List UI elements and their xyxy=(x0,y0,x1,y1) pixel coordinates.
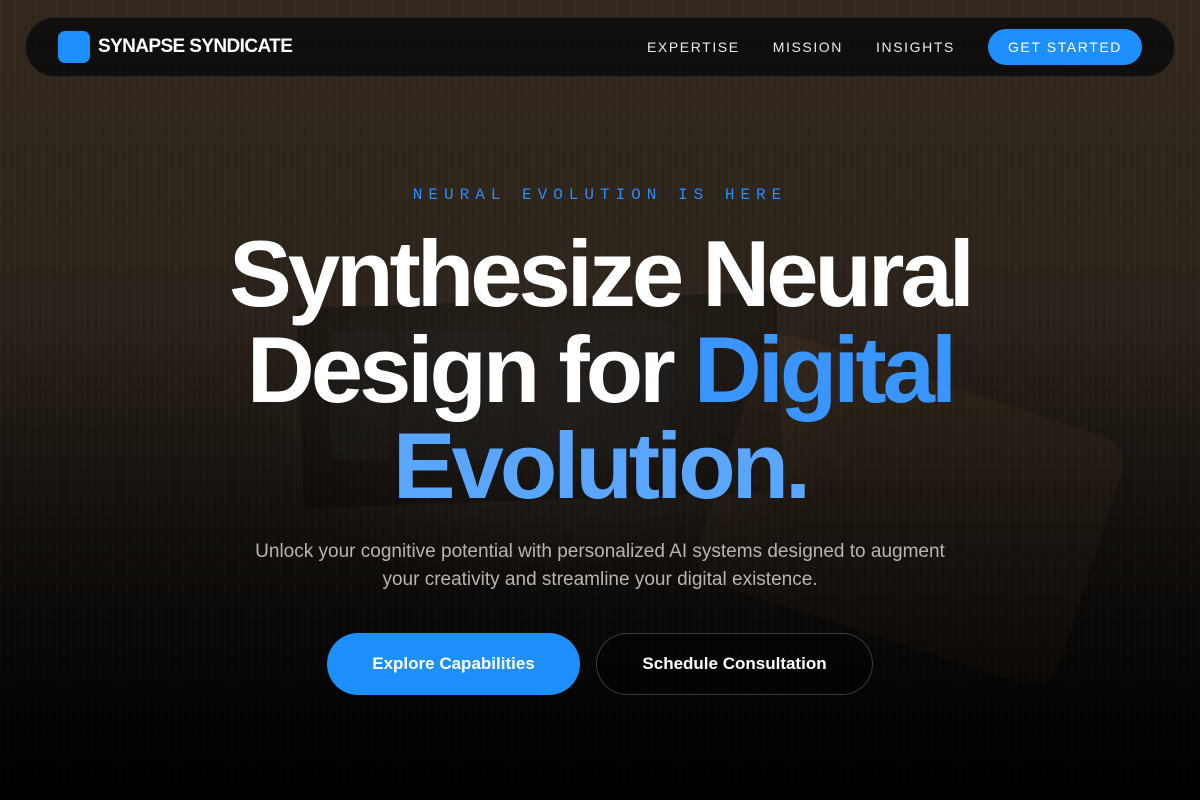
hero-subtitle: Unlock your cognitive potential with per… xyxy=(255,541,945,590)
nav-link-insights[interactable]: INSIGHTS xyxy=(876,39,955,55)
nav-link-mission[interactable]: MISSION xyxy=(773,39,843,55)
logo-icon[interactable] xyxy=(58,31,90,63)
explore-capabilities-button[interactable]: Explore Capabilities xyxy=(327,633,580,695)
hero-actions: Explore Capabilities Schedule Consultati… xyxy=(0,633,1200,695)
schedule-consultation-button[interactable]: Schedule Consultation xyxy=(596,633,873,695)
hero-headline: Synthesize Neural Design for Digital Evo… xyxy=(0,226,1200,514)
hero-eyebrow: NEURAL EVOLUTION IS HERE xyxy=(412,186,788,204)
headline-line-2-accent: Digital xyxy=(693,317,957,422)
brand-name[interactable]: SYNAPSE SYNDICATE xyxy=(98,36,293,58)
headline-line-3-accent: Evolution. xyxy=(392,413,811,518)
nav-links: EXPERTISE MISSION INSIGHTS GET STARTED xyxy=(647,29,1142,65)
top-navbar: SYNAPSE SYNDICATE EXPERTISE MISSION INSI… xyxy=(25,17,1175,77)
nav-link-expertise[interactable]: EXPERTISE xyxy=(647,39,740,55)
get-started-button[interactable]: GET STARTED xyxy=(987,29,1142,65)
headline-line-2-plain: Design for xyxy=(246,317,694,422)
headline-line-1: Synthesize Neural xyxy=(229,221,975,326)
